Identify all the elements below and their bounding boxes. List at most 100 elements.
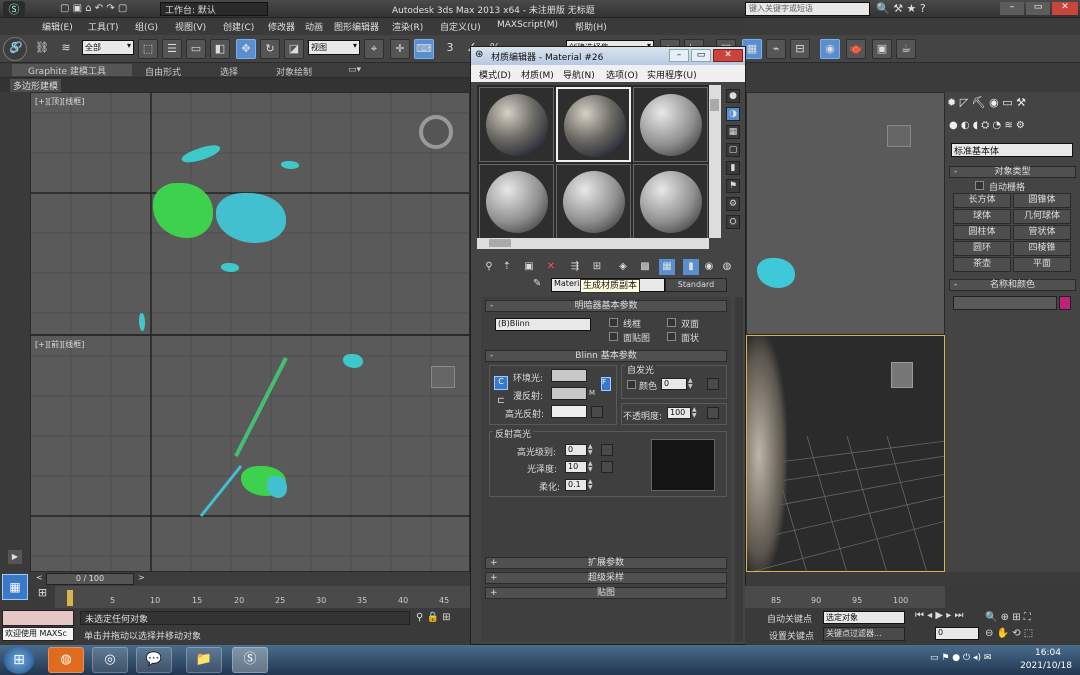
go-forward-sibling-icon[interactable]: ◉	[701, 259, 717, 275]
manipulate-icon[interactable]: ✛	[390, 39, 410, 59]
search-input[interactable]: 键入关键字或短语	[745, 2, 870, 16]
window-controls[interactable]: – ▭ ✕	[996, 1, 1080, 17]
maxscript-listener-pink[interactable]	[2, 610, 74, 626]
set-key-button[interactable]: 设置关键点	[769, 629, 814, 642]
assign-to-selection-icon[interactable]: ▣	[521, 259, 537, 275]
torus-button[interactable]: 圆环	[953, 241, 1011, 256]
sample-slot-active[interactable]	[556, 87, 631, 162]
spinner-arrows-icon[interactable]: ▲ ▼	[688, 378, 695, 390]
time-slider-thumb[interactable]: 0 / 100	[46, 573, 134, 585]
unlink-icon[interactable]: ⛓	[32, 39, 52, 59]
taskbar-app-icon[interactable]: ◍	[48, 647, 84, 673]
viewport-top-label[interactable]: [+][顶][线框]	[35, 96, 84, 107]
menu-customize[interactable]: 自定义(U)	[440, 20, 481, 33]
viewport-front[interactable]: [+][前][线框]	[30, 335, 470, 572]
time-slider[interactable]: ▦ < 0 / 100 >	[0, 572, 470, 600]
menu-maxscript[interactable]: MAXScript(M)	[497, 20, 558, 30]
video-color-check-icon[interactable]: ▮	[726, 161, 740, 175]
curve-editor-toggle-icon[interactable]: ⊞	[30, 586, 55, 608]
uv-tiling-icon[interactable]: ▢	[726, 143, 740, 157]
tab-selection[interactable]: 选择	[220, 65, 238, 78]
snap-toggle-icon[interactable]: 3	[440, 39, 460, 59]
make-preview-icon[interactable]: ⚑	[726, 179, 740, 193]
play-toggle-icon[interactable]: ▶	[8, 550, 22, 564]
spinner-arrows-icon[interactable]: ▲ ▼	[588, 461, 595, 473]
help-tool-icons[interactable]: 🔍 ⚒ ★ ?	[876, 2, 926, 15]
sample-slots-hscrollbar[interactable]	[477, 238, 709, 249]
object-name-input[interactable]	[953, 296, 1057, 310]
taskbar-folder-icon[interactable]: 📁	[186, 647, 222, 673]
workspace-dropdown[interactable]: 工作台: 默认	[160, 2, 268, 16]
menu-rendering[interactable]: 渲染(R)	[392, 20, 423, 33]
keyboard-shortcut-override-icon[interactable]: ⌨	[414, 39, 434, 59]
spinner-arrows-icon[interactable]: ▲ ▼	[588, 444, 595, 456]
current-frame-spinner[interactable]: 0	[935, 627, 979, 640]
schematic-view-icon[interactable]: ⊟	[790, 39, 810, 59]
prev-frame-icon[interactable]: <	[36, 573, 46, 585]
get-material-icon[interactable]: ⚲	[481, 259, 497, 275]
faceted-checkbox[interactable]	[667, 332, 676, 341]
menu-options[interactable]: 选项(O)	[606, 68, 638, 81]
name-color-rollout-header[interactable]: - 名称和颜色	[949, 279, 1076, 291]
viewport-left[interactable]	[746, 92, 945, 335]
rect-selection-icon[interactable]: ▭	[186, 39, 206, 59]
menu-graph-editors[interactable]: 图形编辑器	[334, 20, 379, 33]
sample-type-icon[interactable]: ●	[726, 89, 740, 103]
menu-create[interactable]: 创建(C)	[223, 20, 254, 33]
options-icon[interactable]: ⚙	[726, 197, 740, 211]
auto-key-button[interactable]: 自动关键点	[767, 612, 812, 625]
render-setup-icon[interactable]: 🫖	[846, 39, 866, 59]
material-type-button[interactable]: Standard	[665, 278, 727, 292]
backlight-icon[interactable]: ◑	[726, 107, 740, 121]
blinn-rollout-header[interactable]: - Blinn 基本参数	[485, 350, 727, 362]
shader-rollout-header[interactable]: - 明暗器基本参数	[485, 300, 727, 312]
lock-background-icon[interactable]: F	[601, 377, 611, 391]
two-sided-checkbox[interactable]	[667, 318, 676, 327]
command-panel-tabs[interactable]: ✹ ◸ ⛏ ◉ ▭ ⚒	[947, 96, 1075, 112]
scroll-thumb[interactable]	[489, 239, 511, 247]
minimize-icon[interactable]: –	[1000, 2, 1024, 15]
scroll-thumb[interactable]	[710, 99, 719, 111]
tab-graphite-modeling[interactable]: Graphite 建模工具	[12, 64, 132, 77]
ambient-color-swatch[interactable]	[551, 369, 587, 382]
sample-slots-vscrollbar[interactable]	[709, 85, 721, 238]
ribbon-options-icon[interactable]: ▭▾	[348, 65, 361, 75]
reset-map-icon[interactable]: ✕	[543, 259, 559, 275]
object-type-rollout-header[interactable]: - 对象类型	[949, 166, 1076, 178]
maximize-icon[interactable]: ▭	[691, 49, 711, 62]
menu-tools[interactable]: 工具(T)	[88, 20, 119, 33]
put-to-library-icon[interactable]: ⊞	[589, 259, 605, 275]
system-tray-icons[interactable]: ▭ ⚑ ● ⏻ ◂) ✉	[930, 653, 991, 663]
menu-animation[interactable]: 动画	[305, 20, 323, 33]
sample-slot[interactable]	[633, 164, 708, 239]
pivot-center-icon[interactable]: ⌖	[364, 39, 384, 59]
quick-access-icons[interactable]: ▢ ▣ ⌂ ↶ ↷ ▢	[60, 3, 127, 14]
background-icon[interactable]: ▦	[726, 125, 740, 139]
maxscript-mini-listener[interactable]: 欢迎使用 MAXSc	[2, 627, 74, 641]
tube-button[interactable]: 管状体	[1013, 225, 1071, 240]
select-by-material-icon[interactable]: ⛭	[726, 215, 740, 229]
put-to-scene-icon[interactable]: ⇡	[499, 259, 515, 275]
mini-listener-icon[interactable]: ▦	[2, 574, 28, 600]
next-frame-icon[interactable]: >	[138, 573, 148, 585]
extended-params-rollout-header[interactable]: + 扩展参数	[485, 557, 727, 569]
playback-controls[interactable]: ⏮ ◂ ▶ ▸ ⏭	[915, 610, 963, 621]
autogrid-checkbox[interactable]	[975, 181, 984, 190]
close-icon[interactable]: ✕	[713, 49, 743, 62]
select-rotate-icon[interactable]: ↻	[260, 39, 280, 59]
select-object-icon[interactable]: ⬚	[138, 39, 158, 59]
box-button[interactable]: 长方体	[953, 193, 1011, 208]
cone-button[interactable]: 圆锥体	[1013, 193, 1071, 208]
viewport-front-label[interactable]: [+][前][线框]	[35, 339, 84, 350]
parameters-scrollbar[interactable]	[735, 297, 743, 642]
viewport-navigation-icons[interactable]: 🔍 ⊕ ⊞ ⛶ ⊖ ✋ ⟲ ⬚	[985, 610, 1079, 642]
specular-map-button[interactable]	[591, 406, 603, 418]
soften-spinner[interactable]: 0.1	[565, 479, 587, 491]
diffuse-map-button[interactable]: M	[589, 389, 595, 397]
render-production-icon[interactable]: ☕	[896, 39, 916, 59]
diffuse-color-swatch[interactable]	[551, 387, 587, 400]
supersampling-rollout-header[interactable]: + 超级采样	[485, 572, 727, 584]
plane-button[interactable]: 平面	[1013, 257, 1071, 272]
menu-group[interactable]: 组(G)	[135, 20, 158, 33]
viewport-perspective[interactable]	[746, 335, 945, 572]
